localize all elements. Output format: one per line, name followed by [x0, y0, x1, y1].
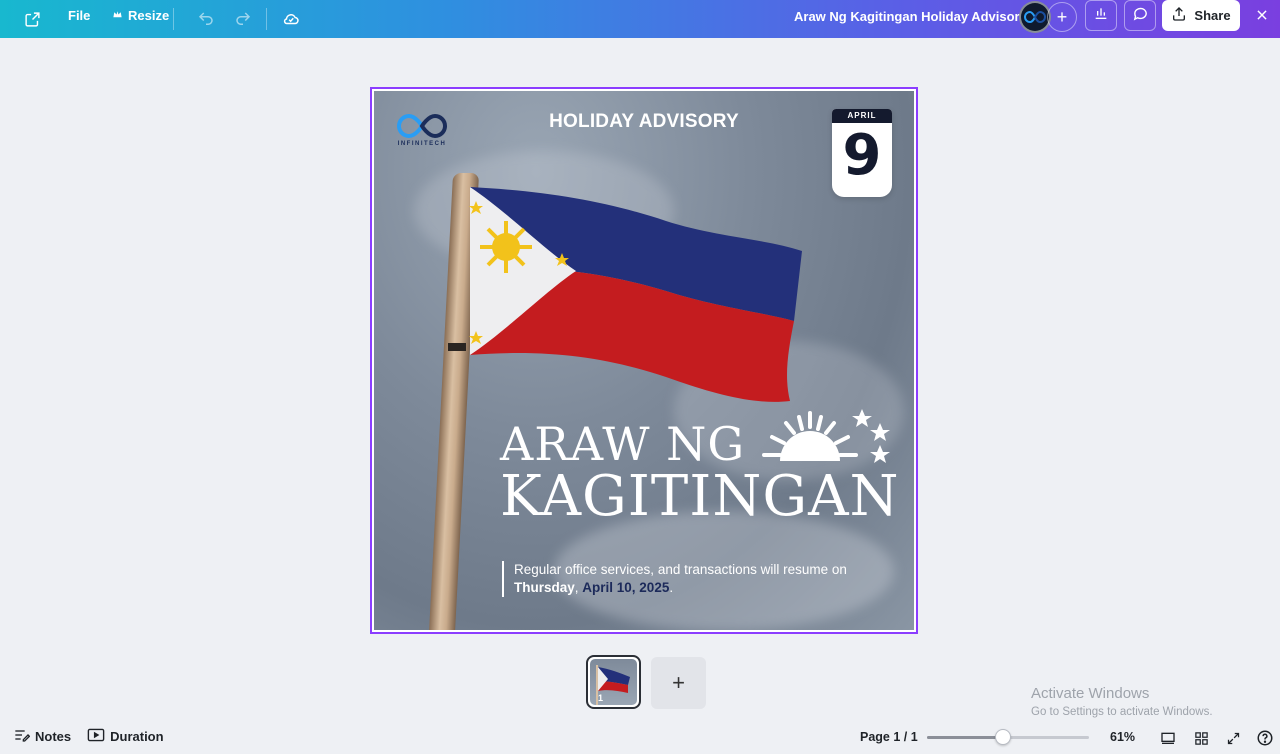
- toolbar-divider: [266, 8, 267, 30]
- logo-wordmark: INFINITECH: [397, 141, 447, 147]
- share-button[interactable]: Share: [1162, 0, 1240, 31]
- page-number: 1: [598, 693, 604, 703]
- zoom-slider-fill: [927, 736, 1004, 739]
- cloud-saved-icon[interactable]: [280, 4, 302, 34]
- calendar-day: 9: [842, 123, 882, 188]
- notes-label: Notes: [35, 729, 72, 744]
- toolbar-divider: [173, 8, 174, 30]
- grid-view-icon[interactable]: [1191, 728, 1211, 748]
- notice-body: Regular office services, and transaction…: [514, 562, 847, 577]
- philippine-flag-image[interactable]: [466, 181, 806, 421]
- help-icon[interactable]: [1255, 728, 1275, 748]
- fullscreen-icon[interactable]: [1223, 728, 1243, 748]
- close-icon[interactable]: [1252, 5, 1272, 25]
- windows-activation-watermark: Activate Windows Go to Settings to activ…: [1031, 685, 1213, 718]
- watermark-subtitle: Go to Settings to activate Windows.: [1031, 706, 1213, 718]
- notes-button[interactable]: Notes: [14, 728, 71, 745]
- redo-icon[interactable]: [233, 4, 253, 34]
- page-indicator[interactable]: Page 1 / 1: [860, 730, 918, 744]
- resize-button[interactable]: Resize: [104, 0, 177, 30]
- crown-icon: [112, 8, 123, 23]
- calendar-month: APRIL: [832, 109, 892, 123]
- infinity-logo-icon: [1024, 10, 1046, 24]
- duration-button[interactable]: Duration: [87, 728, 164, 745]
- notice-end: .: [669, 580, 674, 595]
- top-toolbar: File Resize Araw Ng Kagitingan Holiday A…: [0, 0, 1280, 38]
- page-thumbnail[interactable]: 1: [586, 655, 641, 709]
- play-icon: [87, 728, 105, 745]
- bottom-left-controls: Notes Duration: [14, 728, 164, 745]
- design-canvas[interactable]: INFINITECH HOLIDAY ADVISORY APRIL 9 ARAW…: [374, 91, 914, 630]
- zoom-level[interactable]: 61%: [1110, 730, 1135, 744]
- plus-icon: +: [1056, 7, 1068, 27]
- watermark-title: Activate Windows: [1031, 685, 1150, 702]
- design-page[interactable]: INFINITECH HOLIDAY ADVISORY APRIL 9 ARAW…: [370, 87, 918, 634]
- zoom-slider[interactable]: [927, 729, 1089, 745]
- notice-text[interactable]: Regular office services, and transaction…: [502, 561, 902, 597]
- comment-icon: [1132, 5, 1149, 27]
- single-page-view-icon[interactable]: [1158, 728, 1178, 748]
- resize-label: Resize: [128, 7, 170, 23]
- flagpole-band: [448, 343, 466, 351]
- add-collaborator-button[interactable]: +: [1047, 2, 1077, 32]
- undo-icon[interactable]: [196, 4, 216, 34]
- notes-icon: [14, 728, 31, 745]
- share-label: Share: [1194, 8, 1231, 23]
- event-title-line2: KAGITINGAN: [500, 464, 900, 529]
- event-title[interactable]: ARAW NG KAGITINGAN: [500, 417, 900, 529]
- event-title-line1: ARAW NG: [500, 417, 746, 471]
- comments-button[interactable]: [1124, 0, 1156, 31]
- notice-date: April 10, 2025: [582, 580, 670, 595]
- duration-label: Duration: [110, 729, 164, 744]
- page-thumbnail-preview: 1: [590, 659, 637, 705]
- calendar-badge[interactable]: APRIL 9: [832, 109, 892, 197]
- document-title[interactable]: Araw Ng Kagitingan Holiday Advisory: [794, 9, 1027, 24]
- upload-icon: [1171, 6, 1187, 25]
- insights-button[interactable]: [1085, 0, 1117, 31]
- zoom-slider-knob[interactable]: [995, 729, 1012, 745]
- file-menu-button[interactable]: File: [60, 0, 98, 30]
- add-page-button[interactable]: +: [651, 657, 706, 709]
- external-link-icon[interactable]: [22, 4, 42, 34]
- bar-chart-icon: [1093, 5, 1109, 26]
- notice-day: Thursday: [514, 580, 575, 595]
